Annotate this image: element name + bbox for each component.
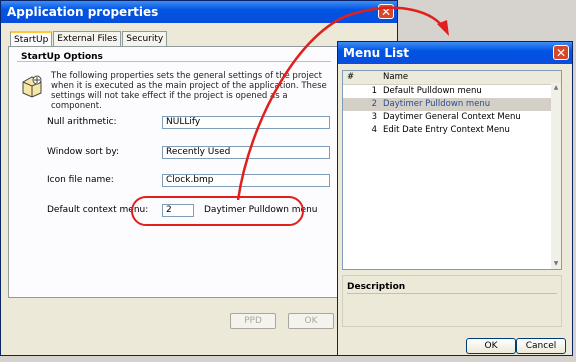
menu-list-box[interactable]: # Name 1 Default Pulldown menu 2 Daytime… — [342, 70, 562, 270]
scroll-down-icon[interactable]: ▼ — [551, 259, 561, 269]
tab-startup[interactable]: StartUp — [10, 31, 53, 47]
icon-file-name-field[interactable]: Clock.bmp — [162, 174, 330, 187]
close-icon[interactable]: ✕ — [378, 4, 394, 19]
description-label: Description — [347, 282, 406, 292]
list-item-number: 4 — [371, 125, 377, 135]
list-item[interactable]: 4 Edit Date Entry Context Menu — [343, 124, 561, 137]
project-properties-icon — [22, 75, 42, 98]
null-arithmetic-label: Null arithmetic: — [47, 117, 117, 127]
list-item-name: Daytimer General Context Menu — [383, 112, 521, 122]
list-header: # Name — [343, 71, 561, 85]
startup-panel: StartUp Options The following properties… — [8, 46, 340, 298]
highlight-ellipse — [131, 196, 304, 226]
startup-description: The following properties sets the genera… — [51, 71, 327, 111]
null-arithmetic-field[interactable]: NULLify — [162, 116, 330, 129]
menu-list-window: Menu List ✕ # Name 1 Default Pulldown me… — [337, 41, 573, 356]
menu-list-titlebar[interactable]: Menu List ✕ — [338, 42, 572, 64]
list-item[interactable]: 3 Daytimer General Context Menu — [343, 111, 561, 124]
ok-button-disabled[interactable]: OK — [288, 313, 334, 329]
list-item-name: Edit Date Entry Context Menu — [383, 125, 510, 135]
window-sort-by-field[interactable]: Recently Used — [162, 146, 330, 159]
icon-file-name-label: Icon file name: — [47, 175, 114, 185]
ppd-button[interactable]: PPD — [230, 313, 276, 329]
window-title: Application properties — [7, 5, 159, 19]
column-name-header[interactable]: Name — [383, 71, 408, 84]
ok-button[interactable]: OK — [466, 338, 516, 354]
list-item-number: 1 — [371, 86, 377, 96]
close-icon[interactable]: ✕ — [553, 45, 569, 60]
window-titlebar[interactable]: Application properties ✕ — [1, 1, 397, 23]
list-item-number: 2 — [371, 99, 377, 109]
menu-list-title: Menu List — [343, 46, 409, 60]
tab-security[interactable]: Security — [122, 31, 168, 47]
list-item-selected[interactable]: 2 Daytimer Pulldown menu — [343, 98, 561, 111]
list-item-number: 3 — [371, 112, 377, 122]
list-item[interactable]: 1 Default Pulldown menu — [343, 85, 561, 98]
tab-strip: StartUp External Files Security — [10, 31, 168, 47]
scroll-up-icon[interactable]: ▲ — [551, 83, 561, 93]
vertical-scrollbar[interactable]: ▲ ▼ — [551, 83, 561, 269]
cancel-button[interactable]: Cancel — [516, 338, 566, 354]
list-item-name: Daytimer Pulldown menu — [383, 99, 491, 109]
group-divider — [17, 61, 331, 62]
description-divider — [347, 293, 557, 294]
window-sort-by-label: Window sort by: — [47, 147, 120, 157]
column-number-header[interactable]: # — [347, 71, 354, 84]
list-item-name: Default Pulldown menu — [383, 86, 482, 96]
description-box: Description — [342, 275, 562, 327]
tab-external-files[interactable]: External Files — [53, 31, 122, 47]
